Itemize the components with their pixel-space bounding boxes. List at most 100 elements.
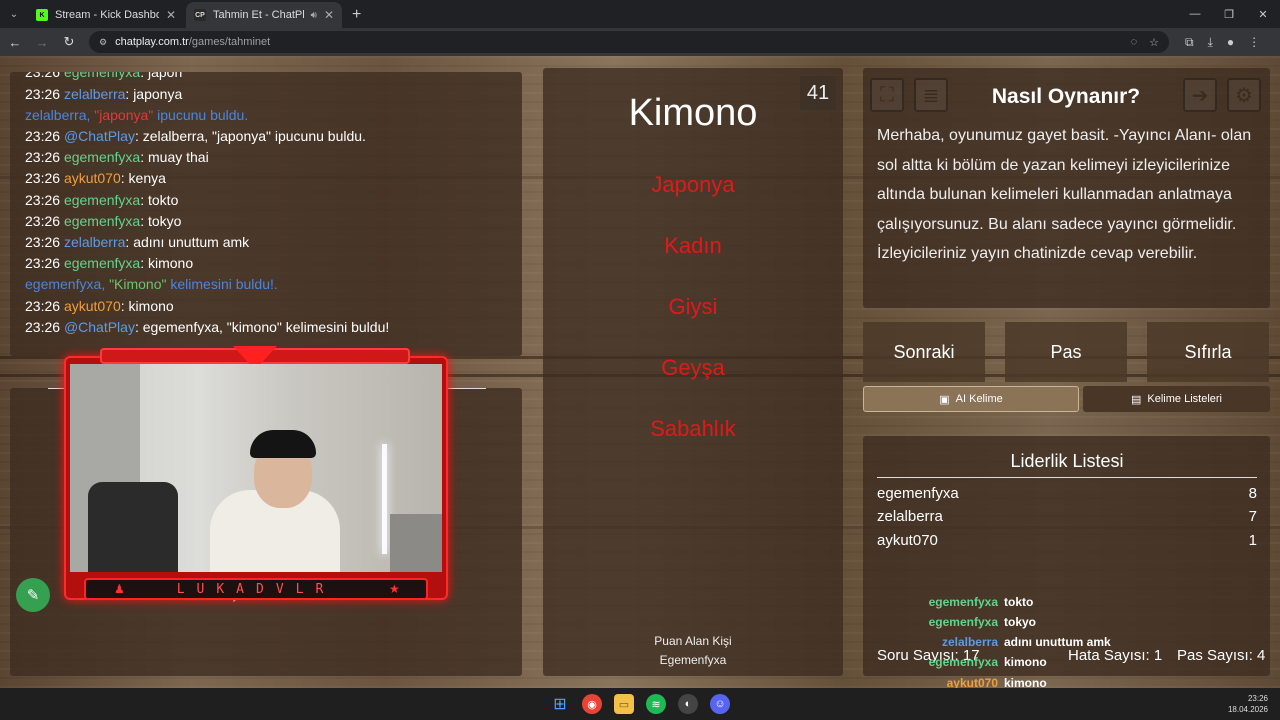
ai-word-button[interactable]: ▣ AI Kelime: [863, 386, 1079, 412]
chat-message: 23:26 aykut070: kimono: [25, 296, 512, 317]
chat-message: 23:26 aykut070: kenya: [25, 168, 512, 189]
message-time: 23:26: [25, 127, 61, 144]
message-user[interactable]: @ChatPlay: [64, 128, 135, 144]
site-info-icon[interactable]: ⚙: [99, 37, 107, 48]
message-time: 23:26: [25, 170, 61, 187]
close-window-icon[interactable]: ✕: [1246, 0, 1280, 28]
message-time: 23:26: [25, 255, 61, 272]
leaderboard-row: egemenfyxa 8: [877, 485, 1257, 502]
reload-icon[interactable]: ↻: [57, 30, 81, 54]
extensions-icon[interactable]: ⧉: [1185, 35, 1194, 50]
spotify-icon[interactable]: ≋: [646, 694, 666, 714]
overlay-text: tokto: [1004, 595, 1034, 609]
audio-icon[interactable]: 🔊︎: [311, 10, 317, 21]
found-word: "Kimono": [109, 276, 167, 293]
chat-message-list: 23:26 egemenfyxa: japon 23:26 zelalberra:…: [25, 72, 512, 338]
pass-button[interactable]: Pas: [1005, 322, 1127, 382]
discord-icon[interactable]: ☺: [710, 694, 730, 714]
found-word: "japonya": [94, 106, 154, 123]
overlay-chat-line: egemenfyxa tokto: [880, 595, 1280, 609]
how-to-play-title: Nasıl Oynanır?: [991, 85, 1141, 108]
message-user[interactable]: aykut070: [64, 170, 121, 186]
chatplay-icon: CP: [194, 9, 206, 21]
exit-icon[interactable]: ➔: [1183, 78, 1217, 112]
message-user[interactable]: zelalberra: [64, 86, 125, 102]
overlay-chat-line: zelalberra adını unuttum amk: [880, 635, 1280, 649]
system-text: kelimesini buldu!.: [166, 276, 278, 293]
main-word: Kimono: [628, 92, 758, 134]
system-message: zelalberra, "japonya" ipucunu buldu.: [25, 105, 512, 126]
chat-message: 23:26 zelalberra: japonya: [25, 84, 512, 105]
message-user[interactable]: egemenfyxa: [64, 255, 140, 271]
clock-date: 18.04.2026: [1227, 705, 1268, 714]
message-text: : kenya: [120, 170, 166, 187]
message-user[interactable]: zelalberra: [64, 234, 125, 250]
bookmark-star-icon[interactable]: ☆: [1149, 36, 1159, 49]
message-time: 23:26: [25, 233, 61, 250]
url-host: chatplay.com.tr: [115, 36, 189, 48]
overlay-chat-line: egemenfyxa tokyo: [880, 615, 1280, 629]
scorer-name: Egemenfyxa: [659, 653, 727, 667]
star-icon: ★: [389, 582, 400, 596]
message-user[interactable]: egemenfyxa: [64, 72, 140, 80]
how-to-play-text: Merhaba, oyunumuz gayet basit. -Yayıncı …: [877, 127, 1252, 263]
system-message: egemenfyxa, "Kimono" kelimesini buldu!.: [25, 274, 512, 295]
chat-message: 23:26 @ChatPlay: zelalberra, "japonya" i…: [25, 126, 512, 147]
message-user[interactable]: aykut070: [64, 298, 121, 314]
message-text: : kimono: [120, 297, 174, 314]
new-tab-button[interactable]: +: [344, 2, 369, 28]
tab-chatplay[interactable]: CP Tahmin Et - ChatPlay 🔊︎ ✕: [186, 2, 342, 28]
browser-tabbar: ⌄ K Stream - Kick Dashboard ✕ CP Tahmin …: [0, 0, 1280, 28]
notes-icon[interactable]: ≣: [914, 78, 948, 112]
back-icon[interactable]: ←: [3, 30, 27, 54]
reset-button[interactable]: Sıfırla: [1147, 322, 1269, 382]
message-time: 23:26: [25, 149, 61, 166]
tab-title: Tahmin Et - ChatPlay: [213, 9, 304, 21]
chat-message: 23:26 egemenfyxa: tokyo: [25, 211, 512, 232]
chrome-icon[interactable]: ◉: [582, 694, 602, 714]
message-text: : japonya: [125, 85, 183, 102]
message-time: 23:26: [25, 212, 61, 229]
message-user[interactable]: egemenfyxa: [64, 149, 140, 165]
message-time: 23:26: [25, 297, 61, 314]
minimize-icon[interactable]: —: [1178, 0, 1212, 28]
system-user: zelalberra,: [25, 106, 91, 123]
close-tab-icon[interactable]: ✕: [324, 8, 334, 22]
obs-icon[interactable]: ◐: [678, 694, 698, 714]
tab-search-icon[interactable]: ⌄: [0, 0, 28, 28]
message-user[interactable]: @ChatPlay: [64, 319, 135, 335]
tab-title: Stream - Kick Dashboard: [55, 9, 159, 21]
leader-name: aykut070: [877, 532, 938, 549]
taboo-word: Kadın: [664, 233, 722, 258]
chat-message: 23:26 egemenfyxa: japon: [25, 72, 512, 84]
leaderboard-row: zelalberra 7: [877, 508, 1257, 525]
file-explorer-icon[interactable]: ▭: [614, 694, 634, 714]
overlay-chat-line: egemenfyxa kimono: [880, 655, 1280, 669]
leader-name: zelalberra: [877, 508, 943, 525]
eye-off-icon[interactable]: ◌: [1131, 36, 1138, 49]
leader-score: 1: [1248, 532, 1257, 549]
word-lists-button[interactable]: ▤ Kelime Listeleri: [1083, 386, 1270, 412]
settings-gear-icon[interactable]: ⚙: [1227, 78, 1261, 112]
close-tab-icon[interactable]: ✕: [166, 8, 176, 22]
windows-start-icon[interactable]: ⊞: [550, 694, 570, 714]
leader-score: 8: [1248, 485, 1257, 502]
next-button[interactable]: Sonraki: [863, 322, 985, 382]
fullscreen-icon[interactable]: ⛶: [870, 78, 904, 112]
message-user[interactable]: egemenfyxa: [64, 213, 140, 229]
pen-tool-button[interactable]: ✎: [16, 578, 50, 612]
browser-toolbar: ← → ↻ ⚙ chatplay.com.tr/games/tahminet ◌…: [0, 28, 1280, 56]
menu-icon[interactable]: ⋮: [1248, 35, 1260, 50]
chat-message: 23:26 egemenfyxa: tokto: [25, 190, 512, 211]
robot-icon: ▣: [939, 393, 950, 406]
address-bar[interactable]: ⚙ chatplay.com.tr/games/tahminet ◌ ☆: [89, 31, 1169, 53]
download-icon[interactable]: ⤓: [1208, 35, 1213, 50]
restore-icon[interactable]: ❐: [1212, 0, 1246, 28]
overlay-user: zelalberra: [941, 635, 998, 649]
message-time: 23:26: [25, 191, 61, 208]
forward-icon[interactable]: →: [30, 30, 54, 54]
profile-avatar[interactable]: ●: [1227, 35, 1234, 50]
message-text: : egemenfyxa, "kimono" kelimesini buldu!: [134, 318, 390, 335]
tab-kick-dashboard[interactable]: K Stream - Kick Dashboard ✕: [28, 2, 184, 28]
message-user[interactable]: egemenfyxa: [64, 192, 140, 208]
